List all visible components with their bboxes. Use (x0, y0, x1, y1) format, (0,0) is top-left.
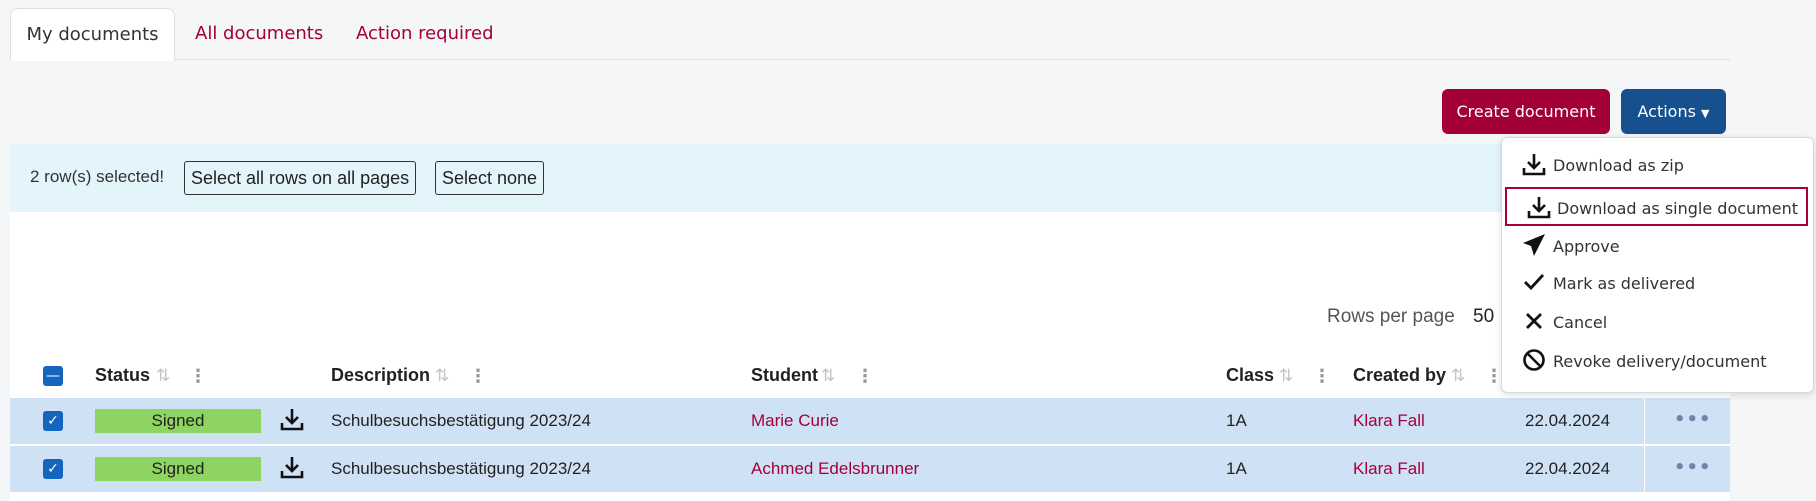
column-header-created-by[interactable]: Created by (1353, 365, 1446, 386)
menu-item-label: Cancel (1553, 313, 1608, 332)
column-menu-icon[interactable]: ⋮ (856, 366, 874, 387)
menu-item-label: Download as single document (1557, 199, 1799, 218)
column-menu-icon[interactable]: ⋮ (469, 366, 487, 387)
sort-icon[interactable]: ⇅ (821, 366, 835, 386)
close-icon (1526, 313, 1542, 329)
status-badge: Signed (95, 409, 261, 433)
select-none-button[interactable]: Select none (435, 161, 545, 195)
download-icon (1527, 197, 1551, 219)
actions-menu: Download as zip Download as single docum… (1501, 137, 1814, 393)
menu-item-label: Revoke delivery/document (1553, 352, 1767, 371)
column-menu-icon[interactable]: ⋮ (1313, 366, 1331, 387)
paper-plane-icon (1523, 234, 1545, 256)
row-checkbox[interactable]: ✓ (43, 459, 63, 479)
selection-message: 2 row(s) selected! (30, 167, 165, 186)
row-actions-button[interactable]: ••• (1674, 409, 1712, 430)
date-cell: 22.04.2024 (1525, 459, 1611, 478)
table-row[interactable] (10, 398, 1730, 444)
class-cell: 1A (1226, 411, 1247, 430)
create-document-button[interactable]: Create document (1442, 89, 1610, 134)
download-icon[interactable] (280, 407, 304, 431)
row-checkbox[interactable]: ✓ (43, 411, 63, 431)
sort-icon[interactable]: ⇅ (435, 366, 449, 386)
column-header-description[interactable]: Description (331, 365, 430, 386)
column-divider (1644, 398, 1645, 444)
class-cell: 1A (1226, 459, 1247, 478)
ban-icon (1523, 349, 1545, 371)
row-actions-button[interactable]: ••• (1674, 457, 1712, 478)
description-cell: Schulbesuchsbestätigung 2023/24 (331, 411, 591, 430)
sort-icon[interactable]: ⇅ (1279, 366, 1293, 386)
actions-label: Actions (1637, 102, 1696, 121)
menu-item-label: Approve (1553, 237, 1620, 256)
sort-icon[interactable]: ⇅ (1451, 366, 1465, 386)
actions-button[interactable]: Actions ▼ (1621, 89, 1726, 134)
status-badge: Signed (95, 457, 261, 481)
menu-item-label: Download as zip (1553, 156, 1684, 175)
column-menu-icon[interactable]: ⋮ (189, 366, 207, 387)
date-cell: 22.04.2024 (1525, 411, 1611, 430)
menu-item-download-single[interactable]: Download as single document (1505, 187, 1808, 226)
column-divider (1644, 446, 1645, 492)
tab-my-documents[interactable]: My documents (10, 8, 175, 61)
tab-bar: My documents All documents Action requir… (10, 8, 1730, 61)
chevron-down-icon: ▼ (1701, 107, 1710, 120)
student-link[interactable]: Achmed Edelsbrunner (751, 459, 919, 479)
description-cell: Schulbesuchsbestätigung 2023/24 (331, 459, 591, 478)
check-icon (1524, 274, 1545, 291)
menu-item-label: Mark as delivered (1553, 274, 1696, 293)
sort-icon[interactable]: ⇅ (156, 366, 170, 386)
rows-per-page-label: Rows per page (1327, 306, 1455, 327)
student-link[interactable]: Marie Curie (751, 411, 839, 431)
download-icon (1522, 154, 1546, 176)
select-all-checkbox[interactable]: — (43, 366, 63, 386)
selection-bar: 2 row(s) selected! Select all rows on al… (10, 144, 1730, 212)
select-all-rows-button[interactable]: Select all rows on all pages (184, 161, 417, 195)
download-icon[interactable] (280, 455, 304, 479)
column-header-class[interactable]: Class (1226, 365, 1274, 386)
column-header-student[interactable]: Student (751, 365, 818, 386)
column-header-status[interactable]: Status (95, 365, 150, 386)
tab-action-required[interactable]: Action required (356, 8, 494, 59)
created-by-link[interactable]: Klara Fall (1353, 411, 1425, 431)
rows-per-page-select[interactable]: 50 (1473, 306, 1494, 328)
created-by-link[interactable]: Klara Fall (1353, 459, 1425, 479)
tab-all-documents[interactable]: All documents (195, 8, 323, 59)
